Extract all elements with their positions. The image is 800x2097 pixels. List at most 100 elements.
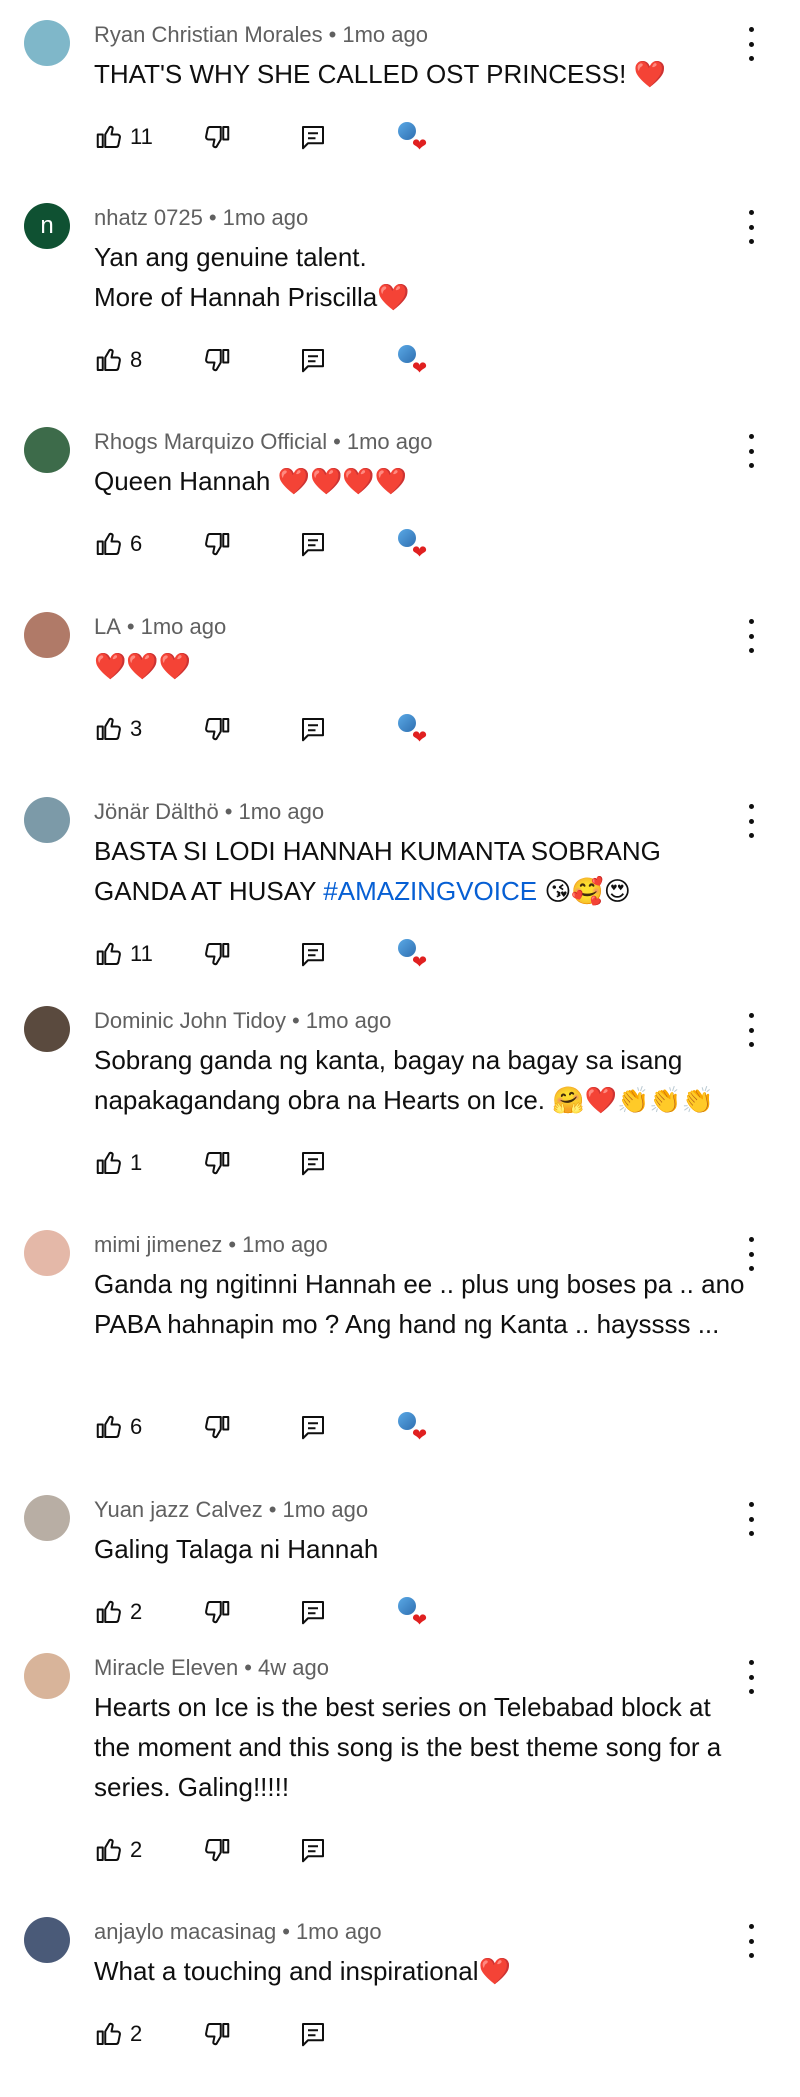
avatar[interactable] (24, 20, 70, 66)
comment-author[interactable]: nhatz 0725 (94, 205, 203, 230)
creator-heart-badge: ❤ (396, 1595, 436, 1629)
reply-button[interactable] (298, 527, 328, 561)
reply-button[interactable] (298, 1595, 328, 1629)
like-button[interactable]: 11 (94, 937, 153, 971)
comment-time: 1mo ago (222, 205, 309, 230)
hashtag-link[interactable]: #AMAZINGVOICE (323, 876, 537, 906)
comment-author[interactable]: LA (94, 614, 121, 639)
creator-heart-icon: ❤ (412, 358, 428, 378)
thumbs-up-icon (96, 532, 121, 555)
avatar[interactable] (24, 612, 70, 658)
avatar[interactable]: n (24, 203, 70, 249)
thumbs-up-icon (96, 717, 121, 740)
creator-heart-badge: ❤ (396, 343, 436, 377)
thumbs-up-icon (96, 1415, 121, 1438)
avatar-letter: n (40, 212, 54, 239)
avatar[interactable] (24, 1006, 70, 1052)
avatar[interactable] (24, 427, 70, 473)
reply-button[interactable] (298, 1410, 328, 1444)
dislike-button[interactable] (202, 343, 232, 377)
separator-dot: • (282, 1919, 290, 1944)
thumbs-down-icon (205, 1601, 230, 1624)
thumbs-down-icon (205, 533, 230, 556)
reply-button[interactable] (298, 2017, 328, 2051)
creator-heart-badge: ❤ (396, 712, 436, 746)
comment-time: 1mo ago (346, 429, 433, 454)
comment-time: 1mo ago (295, 1919, 382, 1944)
like-button[interactable]: 6 (94, 1410, 142, 1444)
like-button[interactable]: 2 (94, 1595, 142, 1629)
avatar[interactable] (24, 1917, 70, 1963)
reply-icon (302, 533, 324, 557)
like-button[interactable]: 11 (94, 120, 153, 154)
comment-author[interactable]: anjaylo macasinag (94, 1919, 276, 1944)
thumbs-up-icon (96, 1151, 121, 1174)
creator-heart-badge: ❤ (396, 527, 436, 561)
comment-time: 1mo ago (282, 1497, 369, 1522)
reply-icon (302, 718, 324, 742)
thumbs-up-icon (96, 1600, 121, 1623)
dislike-button[interactable] (202, 2017, 232, 2051)
separator-dot: • (333, 429, 341, 454)
thumbs-up-icon (96, 1838, 121, 1861)
thumbs-down-icon (205, 1152, 230, 1175)
dislike-button[interactable] (202, 120, 232, 154)
like-button[interactable]: 8 (94, 343, 142, 377)
thumbs-up-icon (96, 125, 121, 148)
creator-heart-icon: ❤ (412, 542, 428, 562)
separator-dot: • (224, 799, 233, 824)
like-count: 8 (130, 347, 143, 372)
thumbs-up-icon (96, 2022, 121, 2045)
comment-author[interactable]: Yuan jazz Calvez (94, 1497, 263, 1522)
comment-author[interactable]: Dominic John Tidoy (94, 1008, 286, 1033)
creator-heart-icon: ❤ (412, 952, 428, 972)
comment-text: Queen Hannah ❤️❤️❤️❤️ (94, 466, 408, 496)
reply-button[interactable] (298, 712, 328, 746)
reply-button[interactable] (298, 937, 328, 971)
like-button[interactable]: 1 (94, 1146, 142, 1180)
reply-button[interactable] (298, 120, 328, 154)
dislike-button[interactable] (202, 527, 232, 561)
avatar[interactable] (24, 1495, 70, 1541)
avatar[interactable] (24, 1653, 70, 1699)
like-button[interactable]: 3 (94, 712, 142, 746)
comment-actions: 8 ❤ (94, 343, 494, 377)
dislike-button[interactable] (202, 937, 232, 971)
reply-icon (302, 1152, 324, 1176)
comment-actions: 11 ❤ (94, 120, 494, 154)
like-button[interactable]: 6 (94, 527, 142, 561)
comment-author[interactable]: Ryan Christian Morales (94, 22, 323, 47)
thumbs-down-icon (205, 943, 230, 966)
like-count: 6 (130, 531, 143, 556)
comment-time: 1mo ago (342, 22, 428, 47)
like-button[interactable]: 2 (94, 1833, 142, 1867)
comment-author[interactable]: Rhogs Marquizo Official (94, 429, 327, 454)
reply-button[interactable] (298, 1833, 328, 1867)
comment-time: 1mo ago (238, 799, 325, 824)
dislike-button[interactable] (202, 1833, 232, 1867)
comment-actions: 1 (94, 1146, 494, 1180)
thumbs-down-icon (205, 718, 230, 741)
avatar[interactable] (24, 797, 70, 843)
dislike-button[interactable] (202, 1410, 232, 1444)
comment-text: Sobrang ganda ng kanta, bagay na bagay s… (94, 1045, 715, 1115)
comment-text: THAT'S WHY SHE CALLED OST PRINCESS! ❤️ (94, 59, 666, 89)
dislike-button[interactable] (202, 1595, 232, 1629)
comment-author[interactable]: Jönär Dälthö (94, 799, 219, 824)
thumbs-down-icon (205, 1839, 230, 1862)
dislike-button[interactable] (202, 1146, 232, 1180)
like-button[interactable]: 2 (94, 2017, 142, 2051)
comment-author[interactable]: mimi jimenez (94, 1232, 222, 1257)
reply-icon (302, 1601, 324, 1625)
like-count: 2 (130, 2021, 143, 2046)
dislike-button[interactable] (202, 712, 232, 746)
reply-button[interactable] (298, 1146, 328, 1180)
reply-icon (302, 943, 324, 967)
comment-author[interactable]: Miracle Eleven (94, 1655, 238, 1680)
creator-heart-icon: ❤ (412, 135, 428, 155)
reply-button[interactable] (298, 343, 328, 377)
creator-heart-icon: ❤ (412, 727, 428, 747)
avatar[interactable] (24, 1230, 70, 1276)
comment-time: 1mo ago (140, 614, 227, 639)
reply-icon (302, 1839, 324, 1863)
